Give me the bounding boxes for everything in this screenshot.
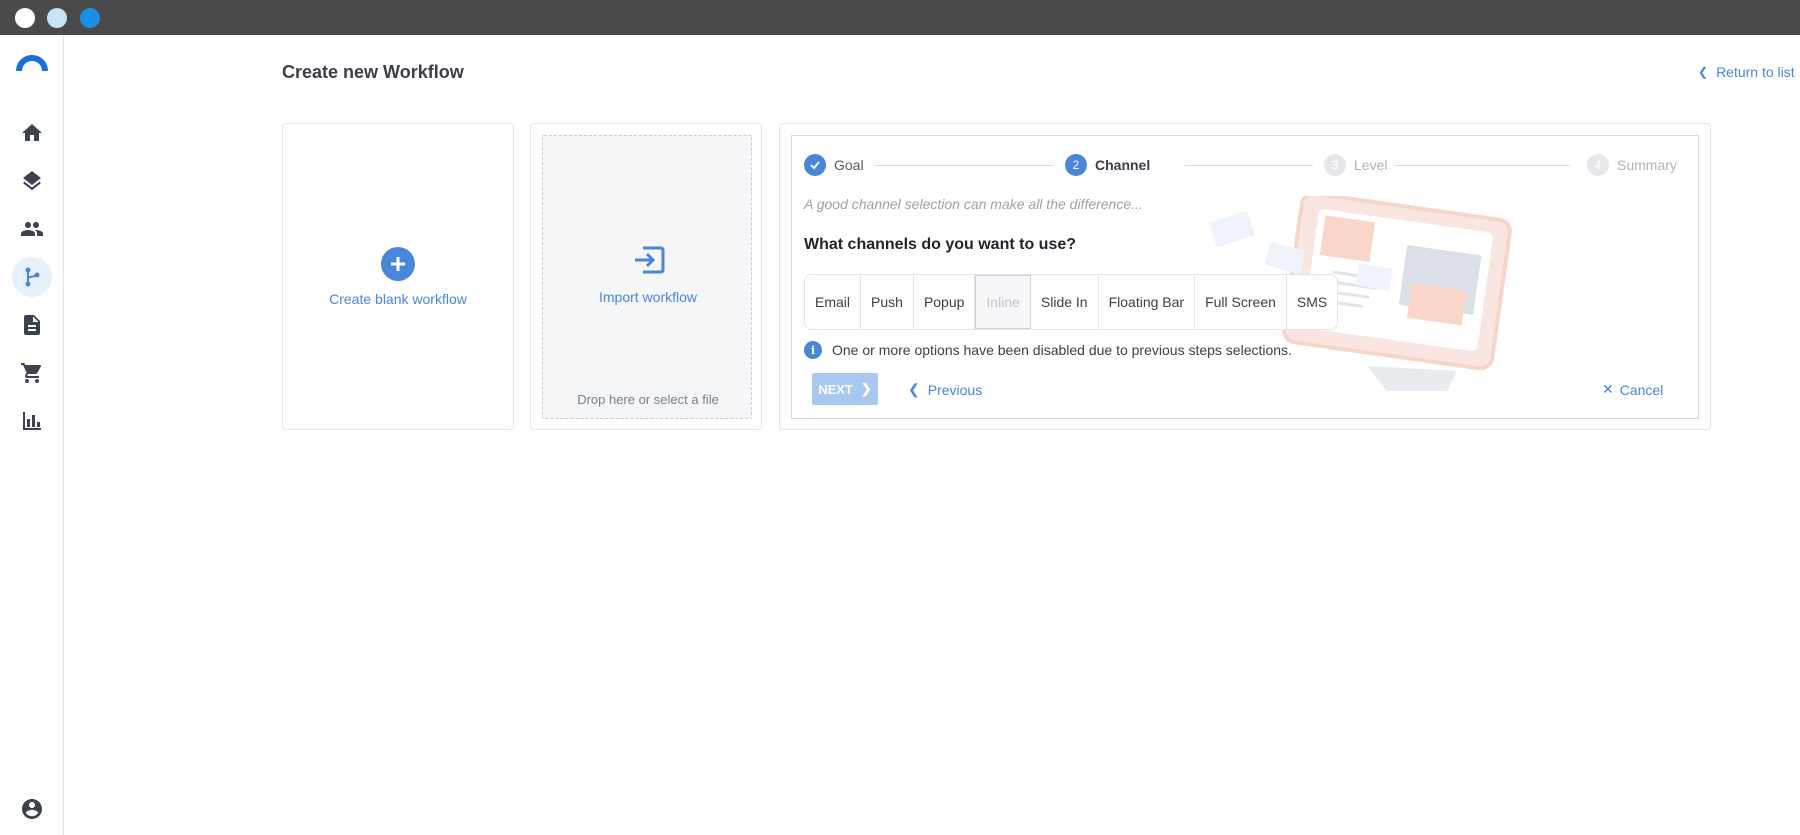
step-channel-number: 2: [1065, 154, 1087, 176]
sidebar: [0, 35, 64, 835]
step-goal-label: Goal: [834, 157, 864, 173]
next-button[interactable]: NEXT ❯: [812, 373, 878, 405]
sidebar-item-analytics[interactable]: [12, 401, 52, 441]
window-minimize-button[interactable]: [47, 8, 67, 28]
step-connector: [875, 165, 1053, 166]
sidebar-item-home[interactable]: [12, 113, 52, 153]
info-icon: i: [804, 341, 822, 359]
sidebar-item-documents[interactable]: [12, 305, 52, 345]
step-connector: [1185, 165, 1313, 166]
channel-option-email[interactable]: Email: [805, 275, 862, 329]
workflow-wizard-card: Goal 2 Channel 3 Level 4 Summary A good …: [779, 123, 1711, 430]
create-blank-workflow-card[interactable]: Create blank workflow: [282, 123, 514, 430]
disabled-options-text: One or more options have been disabled d…: [832, 342, 1292, 358]
step-summary-label: Summary: [1617, 157, 1677, 173]
channel-options: Email Push Popup Inline Slide In Floatin…: [804, 274, 1339, 330]
step-summary-number: 4: [1587, 154, 1609, 176]
disabled-options-notice: i One or more options have been disabled…: [804, 341, 1292, 359]
step-channel[interactable]: 2 Channel: [1065, 154, 1150, 176]
channel-option-inline: Inline: [975, 275, 1031, 329]
cancel-button-label: Cancel: [1619, 381, 1664, 398]
wizard-hint: A good channel selection can make all th…: [804, 196, 1143, 212]
channel-option-sms[interactable]: SMS: [1286, 275, 1338, 329]
window-maximize-button[interactable]: [80, 8, 100, 28]
previous-button[interactable]: ❮ Previous: [908, 381, 982, 398]
channel-option-push[interactable]: Push: [861, 275, 914, 329]
import-workflow-label: Import workflow: [598, 289, 698, 305]
step-summary: 4 Summary: [1587, 154, 1677, 176]
step-level-label: Level: [1354, 157, 1388, 173]
close-icon: ✕: [1602, 381, 1614, 397]
import-workflow-card: Import workflow Drop here or select a fi…: [530, 123, 762, 430]
return-to-list-label: Return to list: [1716, 64, 1795, 80]
chevron-right-icon: ❯: [860, 381, 872, 396]
step-goal[interactable]: Goal: [804, 154, 864, 176]
channel-option-floating-bar[interactable]: Floating Bar: [1098, 275, 1196, 329]
channel-option-slide-in[interactable]: Slide In: [1030, 275, 1099, 329]
account-icon: [22, 799, 42, 819]
brand-logo[interactable]: [16, 53, 48, 73]
sidebar-item-layers[interactable]: [12, 161, 52, 201]
document-icon: [24, 315, 40, 335]
previous-button-label: Previous: [927, 381, 983, 398]
sidebar-item-workflows[interactable]: [12, 257, 52, 297]
workflow-wizard: Goal 2 Channel 3 Level 4 Summary A good …: [791, 135, 1699, 419]
wizard-question: What channels do you want to use?: [804, 236, 1077, 253]
workflow-icon: [25, 267, 40, 287]
sidebar-item-users[interactable]: [12, 209, 52, 249]
drop-file-hint: Drop here or select a file: [577, 392, 719, 407]
users-icon: [21, 222, 43, 236]
chevron-left-icon: ❮: [908, 381, 920, 397]
return-to-list-link[interactable]: ❮ Return to list: [1698, 64, 1795, 80]
window-close-button[interactable]: [15, 8, 35, 28]
bar-chart-icon: [23, 412, 41, 430]
create-blank-workflow-label: Create blank workflow: [329, 290, 467, 307]
window-titlebar: [0, 0, 1800, 35]
check-icon: [804, 154, 826, 176]
plus-circle-icon: [381, 246, 415, 281]
cancel-button[interactable]: ✕ Cancel: [1602, 381, 1663, 398]
sidebar-item-cart[interactable]: [12, 353, 52, 393]
next-button-label: NEXT: [818, 381, 853, 397]
layers-icon: [23, 171, 41, 191]
page-title: Create new Workflow: [282, 62, 464, 82]
channel-option-popup[interactable]: Popup: [913, 275, 976, 329]
channel-option-full-screen[interactable]: Full Screen: [1195, 275, 1287, 329]
import-dropzone[interactable]: Import workflow Drop here or select a fi…: [542, 135, 752, 419]
step-level-number: 3: [1324, 154, 1346, 176]
step-connector: [1395, 165, 1570, 166]
home-icon: [22, 124, 42, 141]
chevron-left-icon: ❮: [1698, 65, 1709, 79]
cart-icon: [21, 363, 42, 383]
sidebar-item-account[interactable]: [12, 789, 52, 829]
step-channel-label: Channel: [1095, 157, 1151, 173]
import-icon: [635, 246, 665, 274]
step-level: 3 Level: [1324, 154, 1387, 176]
